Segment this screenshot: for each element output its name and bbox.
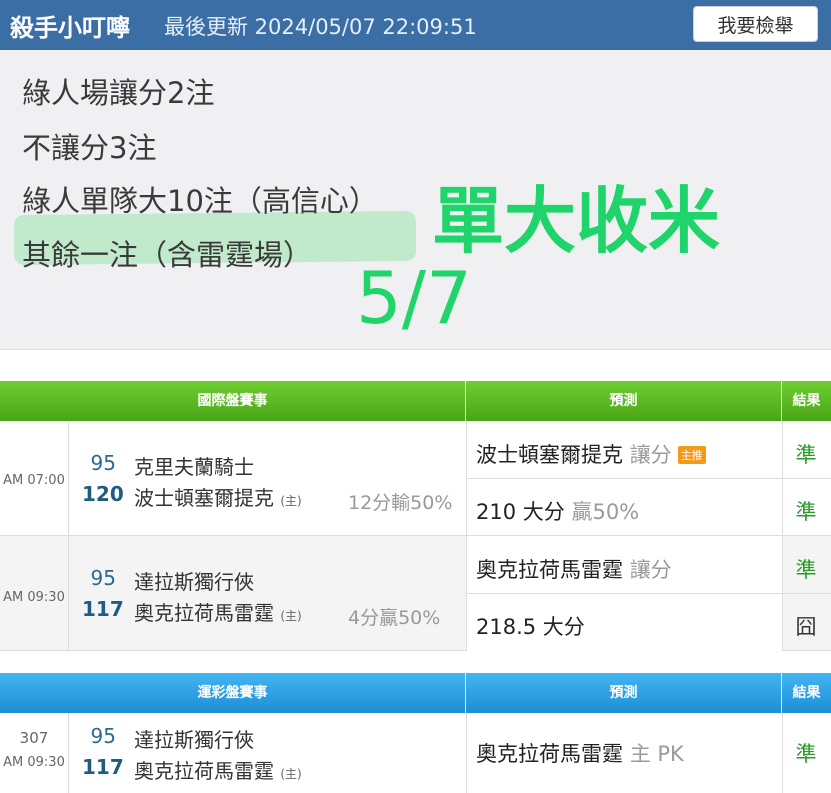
- col-game: 運彩盤賽事: [0, 673, 466, 713]
- away-score: 95: [90, 451, 116, 475]
- page-title: 殺手小叮嚀: [10, 14, 130, 42]
- away-team: 達拉斯獨行俠: [134, 570, 254, 594]
- result-mark: 準: [795, 500, 817, 524]
- game-row[interactable]: 307 AM 09:30 95 達拉斯獨行俠 117 奧克拉荷馬雷霆 (主) 奧…: [0, 713, 831, 793]
- prediction: 奧克拉荷馬雷霆 主 PK: [476, 742, 684, 766]
- tip-line-1: 綠人場讓分2注: [22, 76, 215, 110]
- col-prediction: 預測: [466, 381, 782, 421]
- result-mark: 準: [795, 443, 817, 467]
- international-section: 國際盤賽事 預測 結果 AM 07:00 95 克里夫蘭騎士 120 波士頓塞爾…: [0, 381, 831, 651]
- tip-line-2: 不讓分3注: [22, 131, 157, 165]
- top-pick-badge: 主推: [677, 446, 706, 464]
- home-team: 波士頓塞爾提克 (主): [134, 486, 302, 510]
- game-time: AM 09:30: [3, 590, 65, 605]
- spread-result: 12分輸50%: [348, 492, 453, 514]
- prediction: 奧克拉荷馬雷霆 讓分: [476, 558, 672, 582]
- top-bar: 殺手小叮嚀 最後更新 2024/05/07 22:09:51 我要檢舉: [0, 0, 831, 50]
- stamp-date: 5/7: [356, 256, 472, 340]
- game-row[interactable]: AM 07:00 95 克里夫蘭騎士 120 波士頓塞爾提克 (主) 12分輸5…: [0, 421, 831, 536]
- home-team: 奧克拉荷馬雷霆 (主): [134, 759, 302, 783]
- home-team: 奧克拉荷馬雷霆 (主): [134, 601, 302, 625]
- away-team: 達拉斯獨行俠: [134, 728, 254, 752]
- game-id: 307: [19, 729, 49, 747]
- tips-panel: 綠人場讓分2注 不讓分3注 綠人單隊大10注（高信心） 其餘一注（含雷霆場） 單…: [0, 50, 831, 350]
- home-mark: (主): [280, 494, 302, 508]
- result-mark: 準: [795, 742, 817, 766]
- prediction: 218.5 大分: [476, 615, 585, 639]
- away-score: 95: [90, 724, 116, 748]
- lottery-section: 運彩盤賽事 預測 結果 307 AM 09:30 95 達拉斯獨行俠 117 奧…: [0, 673, 831, 793]
- away-team: 克里夫蘭騎士: [134, 455, 254, 479]
- spread-result: 4分贏50%: [348, 607, 441, 629]
- col-result: 結果: [792, 393, 821, 409]
- col-game: 國際盤賽事: [0, 381, 466, 421]
- report-button[interactable]: 我要檢舉: [693, 6, 818, 42]
- home-mark: (主): [280, 609, 302, 623]
- tip-line-3: 綠人單隊大10注（高信心）: [22, 184, 378, 218]
- result-mark: 準: [795, 558, 817, 582]
- game-time: AM 07:00: [3, 473, 65, 488]
- home-mark: (主): [280, 767, 302, 781]
- home-score: 120: [82, 482, 124, 506]
- international-header: 國際盤賽事 預測 結果: [0, 381, 831, 421]
- result-mark: 囧: [795, 615, 817, 639]
- last-updated: 最後更新 2024/05/07 22:09:51: [164, 15, 477, 39]
- game-row[interactable]: AM 09:30 95 達拉斯獨行俠 117 奧克拉荷馬雷霆 (主) 4分贏50…: [0, 536, 831, 651]
- col-result: 結果: [792, 685, 821, 701]
- stamp-text: 單大收米: [432, 179, 721, 263]
- home-score: 117: [82, 755, 124, 779]
- home-score: 117: [82, 597, 124, 621]
- prediction: 波士頓塞爾提克 讓分 主推: [476, 439, 706, 469]
- game-time: AM 09:30: [3, 755, 65, 770]
- lottery-header: 運彩盤賽事 預測 結果: [0, 673, 831, 713]
- away-score: 95: [90, 566, 116, 590]
- col-prediction: 預測: [466, 673, 782, 713]
- prediction: 210 大分 贏50%: [476, 500, 640, 524]
- tip-line-4: 其餘一注（含雷霆場）: [22, 238, 313, 272]
